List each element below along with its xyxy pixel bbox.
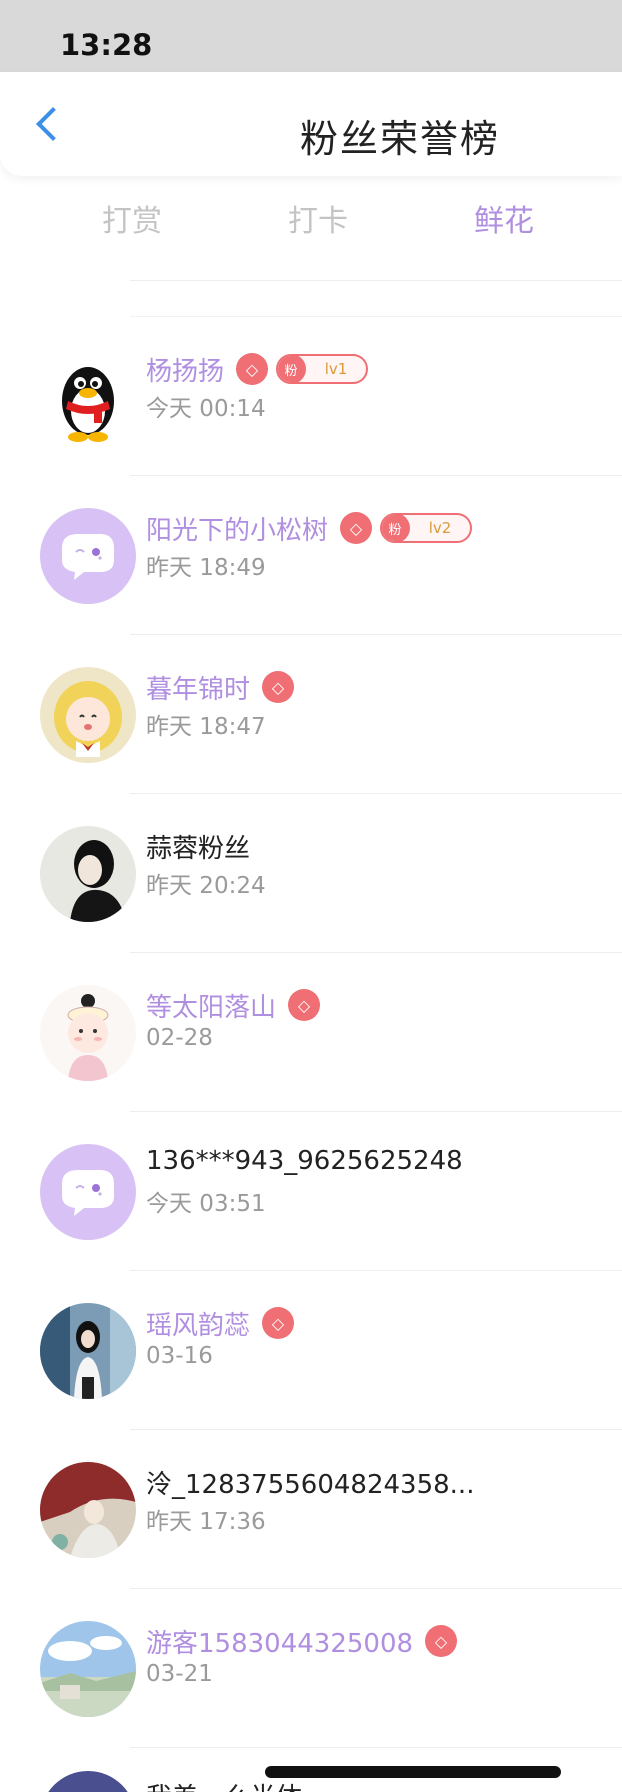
fan-tag: 粉 (278, 356, 306, 382)
fan-name: 136***943_9625625248 (146, 1146, 463, 1176)
chevron-left-icon (36, 107, 70, 141)
list-item[interactable]: 阳光下的小松树昨天 18:49 ◇ 粉 lv2 (0, 476, 622, 635)
diamond-icon: ◇ (262, 671, 294, 703)
painting-avatar[interactable] (40, 1462, 136, 1558)
dark-portrait-avatar[interactable] (40, 826, 136, 922)
fan-name: 游客1583044325008 (146, 1629, 414, 1659)
default-chat-avatar[interactable] (40, 508, 136, 604)
fan-level-badge: 粉 lv1 (276, 354, 368, 384)
girl-photo-avatar[interactable] (40, 1303, 136, 1399)
fan-time: 今天 00:14 (146, 396, 266, 422)
list-item[interactable]: 杨扬扬今天 00:14 ◇ 粉 lv1 (0, 317, 622, 476)
nav-bar: 粉丝荣誉榜 (0, 72, 622, 176)
avatar (40, 1771, 136, 1792)
fan-name: 暮年锦时 (146, 675, 251, 705)
list-item[interactable]: 瑶风韵蕊 03-16 ◇ (0, 1271, 622, 1430)
diamond-icon: ◇ (425, 1625, 457, 1657)
diamond-icon: ◇ (236, 353, 268, 385)
fan-name: 瑶风韵蕊 (146, 1311, 251, 1341)
list-item[interactable]: 暮年锦时昨天 18:47 ◇ (0, 635, 622, 794)
divider (130, 280, 622, 281)
badge-group: ◇ (288, 989, 320, 1021)
badge-group: ◇ (262, 1307, 294, 1339)
diamond-icon: ◇ (288, 989, 320, 1021)
fan-time: 今天 03:51 (146, 1191, 266, 1217)
default-chat-avatar[interactable] (40, 1144, 136, 1240)
fan-time: 03-21 (146, 1661, 213, 1687)
fan-name: 泠_1283755604824358... (146, 1470, 475, 1500)
fan-name: 等太阳落山 (146, 993, 277, 1023)
back-button[interactable] (28, 102, 70, 146)
fan-name: 我差…么半体 (146, 1777, 302, 1792)
tab-flowers[interactable]: 鲜花 (474, 196, 534, 240)
fan-name: 蒜蓉粉丝 (146, 834, 251, 864)
status-bar: 13:28 (0, 0, 622, 72)
fan-time: 昨天 18:47 (146, 714, 266, 740)
badge-group: ◇ 粉 lv1 (236, 353, 368, 385)
fan-name: 阳光下的小松树 (146, 516, 329, 546)
fan-time: 昨天 18:49 (146, 555, 266, 581)
list-item[interactable]: 等太阳落山 02-28 ◇ (0, 953, 622, 1112)
list-item[interactable]: 蒜蓉粉丝昨天 20:24 (0, 794, 622, 953)
fan-time: 昨天 17:36 (146, 1509, 266, 1535)
diamond-icon: ◇ (340, 512, 372, 544)
level-label: lv2 (428, 519, 452, 537)
fan-time: 03-16 (146, 1343, 213, 1369)
list-item[interactable]: 136***943_9625625248 今天 03:51 (0, 1112, 622, 1271)
diamond-icon: ◇ (262, 1307, 294, 1339)
fan-name: 杨扬扬 (146, 357, 225, 387)
penguin-avatar[interactable] (40, 349, 136, 445)
list-item[interactable]: 泠_1283755604824358... 昨天 17:36 (0, 1430, 622, 1589)
fan-level-badge: 粉 lv2 (380, 513, 472, 543)
anime-girl-avatar[interactable] (40, 667, 136, 763)
tab-bar: 打赏 打卡 鲜花 (0, 190, 622, 250)
badge-group: ◇ (262, 671, 294, 703)
home-indicator (265, 1766, 561, 1778)
fan-tag: 粉 (382, 515, 410, 541)
fan-time: 02-28 (146, 1025, 213, 1051)
landscape-avatar[interactable] (40, 1621, 136, 1717)
fan-time: 昨天 20:24 (146, 873, 266, 899)
cartoon-kid-avatar[interactable] (40, 985, 136, 1081)
page-title: 粉丝荣誉榜 (300, 117, 501, 161)
tab-checkin[interactable]: 打卡 (288, 196, 348, 240)
fan-list: 杨扬扬今天 00:14 ◇ 粉 lv1 阳光下的小松树昨天 18:49 ◇ 粉 lv2 暮年锦时… (0, 317, 622, 1748)
status-time: 13:28 (60, 28, 153, 62)
badge-group: ◇ 粉 lv2 (340, 512, 472, 544)
badge-group: ◇ (425, 1625, 457, 1657)
tab-reward[interactable]: 打赏 (102, 196, 162, 240)
level-label: lv1 (324, 360, 348, 378)
divider (130, 1747, 622, 1748)
list-item[interactable]: 游客1583044325008 03-21 ◇ (0, 1589, 622, 1748)
